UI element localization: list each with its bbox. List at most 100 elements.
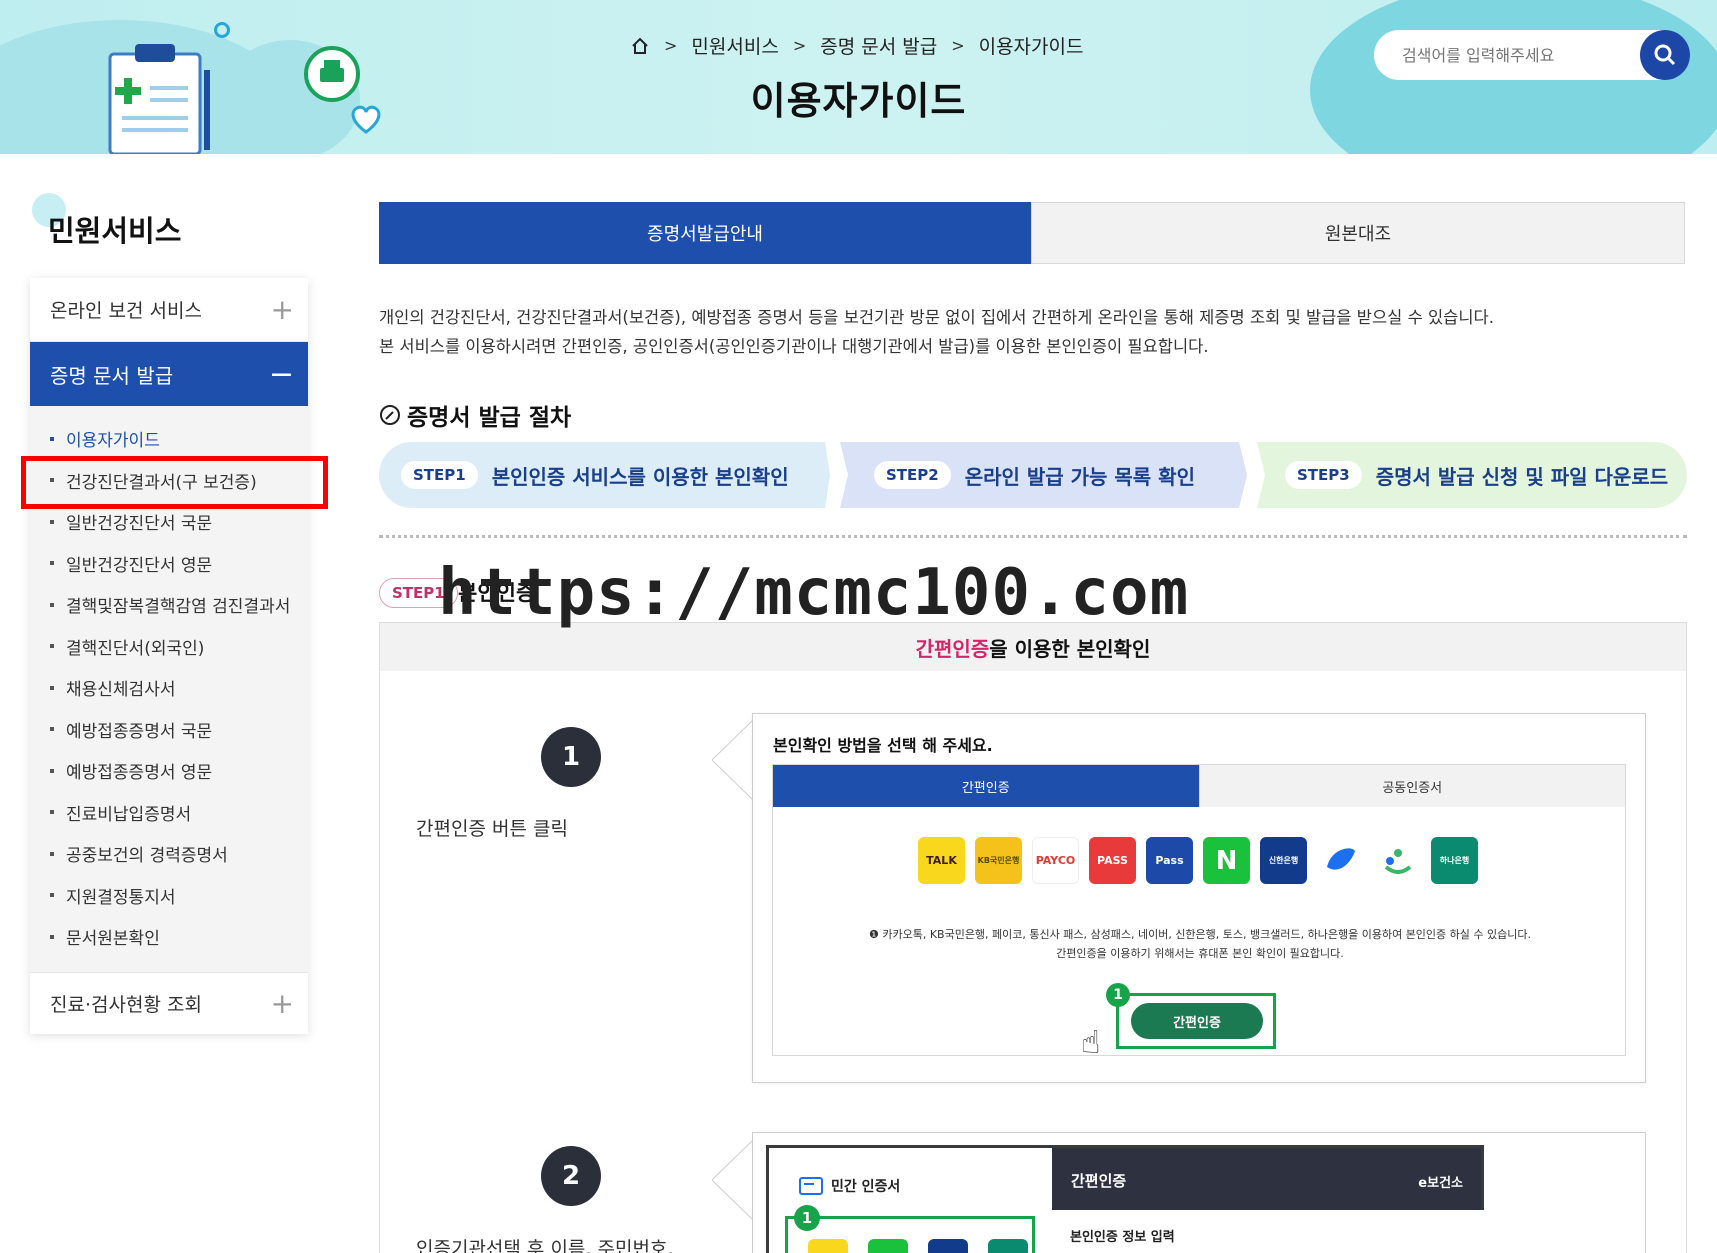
guide-description: 인증기관선택 후 이름, 주민번호, (416, 1238, 674, 1253)
sidebar-subitem[interactable]: 채용신체검사서 (30, 667, 308, 709)
search-icon (1654, 44, 1676, 66)
sidebar-subitem[interactable]: 일반건강진단서 영문 (30, 543, 308, 585)
mockup-left-panel: 민간 인증서 1 (769, 1148, 1052, 1253)
plus-icon: + (270, 986, 294, 1020)
pen-circle-icon (380, 405, 400, 425)
brand-logo: e보건소 (1418, 1176, 1463, 1191)
watermark-text: https://mcmc100.com (438, 556, 1190, 630)
minus-icon: − (268, 356, 294, 392)
breadcrumb-item[interactable]: 민원서비스 (691, 32, 778, 59)
hana-bank-icon[interactable] (988, 1239, 1028, 1253)
banksalad-icon[interactable] (1374, 837, 1421, 884)
guide-number: 1 (541, 727, 601, 787)
mockup-left-title: 민간 인증서 (799, 1176, 900, 1196)
guide-description: 간편인증 버튼 클릭 (416, 818, 568, 840)
step-label: 증명서 발급 신청 및 파일 다운로드 (1375, 464, 1669, 489)
sidebar-subitem[interactable]: 결핵및잠복결핵감염 검진결과서 (30, 584, 308, 626)
intro-line: 개인의 건강진단서, 건강진단결과서(보건증), 예방접종 증명서 등을 보건기… (379, 308, 1494, 327)
toss-icon[interactable] (1317, 837, 1364, 884)
procedure-title: 증명서 발급 절차 (379, 398, 571, 432)
sidebar-subitem[interactable]: 진료비납입증명서 (30, 792, 308, 834)
mockup-right-body: 본인인증 정보 입력 (1052, 1210, 1487, 1253)
plus-icon: + (270, 293, 294, 326)
sidebar-item-label: 진료·검사현황 조회 (50, 993, 202, 1016)
sidebar-subitem[interactable]: 예방접종증명서 영문 (30, 750, 308, 792)
search-box (1374, 30, 1690, 80)
simple-auth-button[interactable]: 간편인증 (1131, 1003, 1263, 1039)
highlight-frame: 1 간편인증 (1106, 983, 1276, 1049)
step-badge: STEP1 (401, 461, 478, 489)
tab-original-compare[interactable]: 원본대조 (1031, 202, 1685, 264)
breadcrumb-separator: > (792, 36, 807, 55)
sidebar-subitem[interactable]: 결핵진단서(외국인) (30, 626, 308, 668)
info-note: ❶ 카카오톡, KB국민은행, 페이코, 통신사 패스, 삼성패스, 네이버, … (868, 928, 1531, 941)
mockup-note: ❶ 카카오톡, KB국민은행, 페이코, 통신사 패스, 삼성패스, 네이버, … (773, 925, 1627, 963)
naver-icon[interactable]: N (1203, 837, 1250, 884)
home-icon[interactable] (630, 36, 650, 56)
tab-simple-auth[interactable]: 간편인증 (773, 765, 1199, 807)
sidebar-item-treatment-status[interactable]: 진료·검사현황 조회 + (30, 971, 308, 1034)
sidebar-item-certificate-issue[interactable]: 증명 문서 발급 − (30, 342, 308, 406)
header-banner: > 민원서비스 > 증명 문서 발급 > 이용자가이드 이용자가이드 (0, 0, 1717, 154)
step-1: STEP1 본인인증 서비스를 이용한 본인확인 (401, 442, 789, 508)
sidebar-item-online-health[interactable]: 온라인 보건 서비스 + (30, 278, 308, 342)
guide-number: 2 (541, 1146, 601, 1206)
sidebar-subitem[interactable]: 예방접종증명서 국문 (30, 709, 308, 751)
highlight-frame: 1 (785, 1205, 1035, 1253)
payco-icon[interactable]: PAYCO (1032, 837, 1079, 884)
step-3: STEP3 증명서 발급 신청 및 파일 다운로드 (1285, 442, 1668, 508)
breadcrumb: > 민원서비스 > 증명 문서 발급 > 이용자가이드 (630, 32, 1083, 59)
sidebar-item-label: 온라인 보건 서비스 (50, 300, 202, 322)
pass-icon[interactable]: PASS (1089, 837, 1136, 884)
kakao-icon[interactable]: TALK (918, 837, 965, 884)
sidebar-subitem[interactable]: 문서원본확인 (30, 916, 308, 958)
mockup-right-title: 간편인증 (1071, 1172, 1127, 1190)
search-input[interactable] (1402, 45, 1622, 65)
hana-bank-icon[interactable]: 하나은행 (1431, 837, 1478, 884)
info-icon: ❶ (868, 928, 883, 941)
auth-provider-icons (808, 1239, 1028, 1253)
content-tabs: 증명서발급안내 원본대조 (379, 202, 1685, 264)
breadcrumb-separator: > (951, 36, 965, 55)
mockup-subtitle: 본인인증 정보 입력 (1070, 1230, 1175, 1245)
shinhan-bank-icon[interactable]: 신한은행 (1260, 837, 1307, 884)
mockup-panel: 간편인증 공동인증서 TALK KB국민은행 PAYCO PASS Pass N… (772, 764, 1627, 1061)
sidebar-subitem[interactable]: 공중보건의 경력증명서 (30, 833, 308, 875)
step-badge: STEP2 (874, 461, 951, 489)
naver-icon[interactable] (868, 1239, 908, 1253)
sidebar-subitem[interactable]: 이용자가이드 (30, 418, 308, 460)
info-note-2: 간편인증을 이용하기 위해서는 휴대폰 본인 확인이 필요합니다. (1056, 947, 1344, 960)
highlight-box (21, 456, 328, 509)
breadcrumb-item[interactable]: 이용자가이드 (979, 32, 1084, 59)
step-number-badge: 1 (794, 1205, 820, 1231)
sidebar-item-label: 증명 문서 발급 (50, 363, 174, 388)
kakao-icon[interactable] (808, 1239, 848, 1253)
divider (379, 535, 1687, 538)
step-2: STEP2 온라인 발급 가능 목록 확인 (874, 442, 1195, 508)
step-label: 본인인증 서비스를 이용한 본인확인 (491, 464, 789, 489)
ring-decoration (214, 22, 230, 38)
tab-certificate-guide[interactable]: 증명서발급안내 (379, 202, 1031, 264)
sidebar-subitem[interactable]: 지원결정통지서 (30, 875, 308, 917)
samsung-pass-icon[interactable]: Pass (1146, 837, 1193, 884)
sidebar-title: 민원서비스 (48, 214, 182, 248)
tab-joint-certificate[interactable]: 공동인증서 (1198, 765, 1625, 807)
intro-line: 본 서비스를 이용하시려면 간편인증, 공인인증서(공인인증기관이나 대행기관에… (379, 337, 1209, 356)
breadcrumb-item[interactable]: 증명 문서 발급 (820, 32, 937, 59)
search-button[interactable] (1640, 30, 1690, 80)
step-badge: STEP3 (1285, 461, 1362, 489)
mockup-screen: 민간 인증서 1 간편인증 e보건소 본인인증 정보 입력 (766, 1145, 1487, 1253)
mockup-tabs: 간편인증 공동인증서 (773, 765, 1625, 807)
step-label: 온라인 발급 가능 목록 확인 (964, 464, 1195, 489)
breadcrumb-separator: > (664, 36, 678, 55)
pointer-hand-icon: ☝ (1081, 1023, 1101, 1061)
auth-provider-icons: TALK KB국민은행 PAYCO PASS Pass N 신한은행 하나은행 (918, 837, 1478, 884)
sidebar-menu: 온라인 보건 서비스 + 증명 문서 발급 − 이용자가이드 건강진단결과서(구… (30, 278, 308, 1034)
shinhan-bank-icon[interactable] (928, 1239, 968, 1253)
callout-arrow (712, 1140, 754, 1220)
kb-bank-icon[interactable]: KB국민은행 (975, 837, 1022, 884)
mockup-title: 본인확인 방법을 선택 해 주세요. (773, 736, 993, 755)
intro-text: 개인의 건강진단서, 건강진단결과서(보건증), 예방접종 증명서 등을 보건기… (379, 303, 1494, 361)
guide-mockup-1: 본인확인 방법을 선택 해 주세요. 간편인증 공동인증서 TALK KB국민은… (752, 713, 1646, 1083)
callout-arrow (712, 720, 754, 800)
